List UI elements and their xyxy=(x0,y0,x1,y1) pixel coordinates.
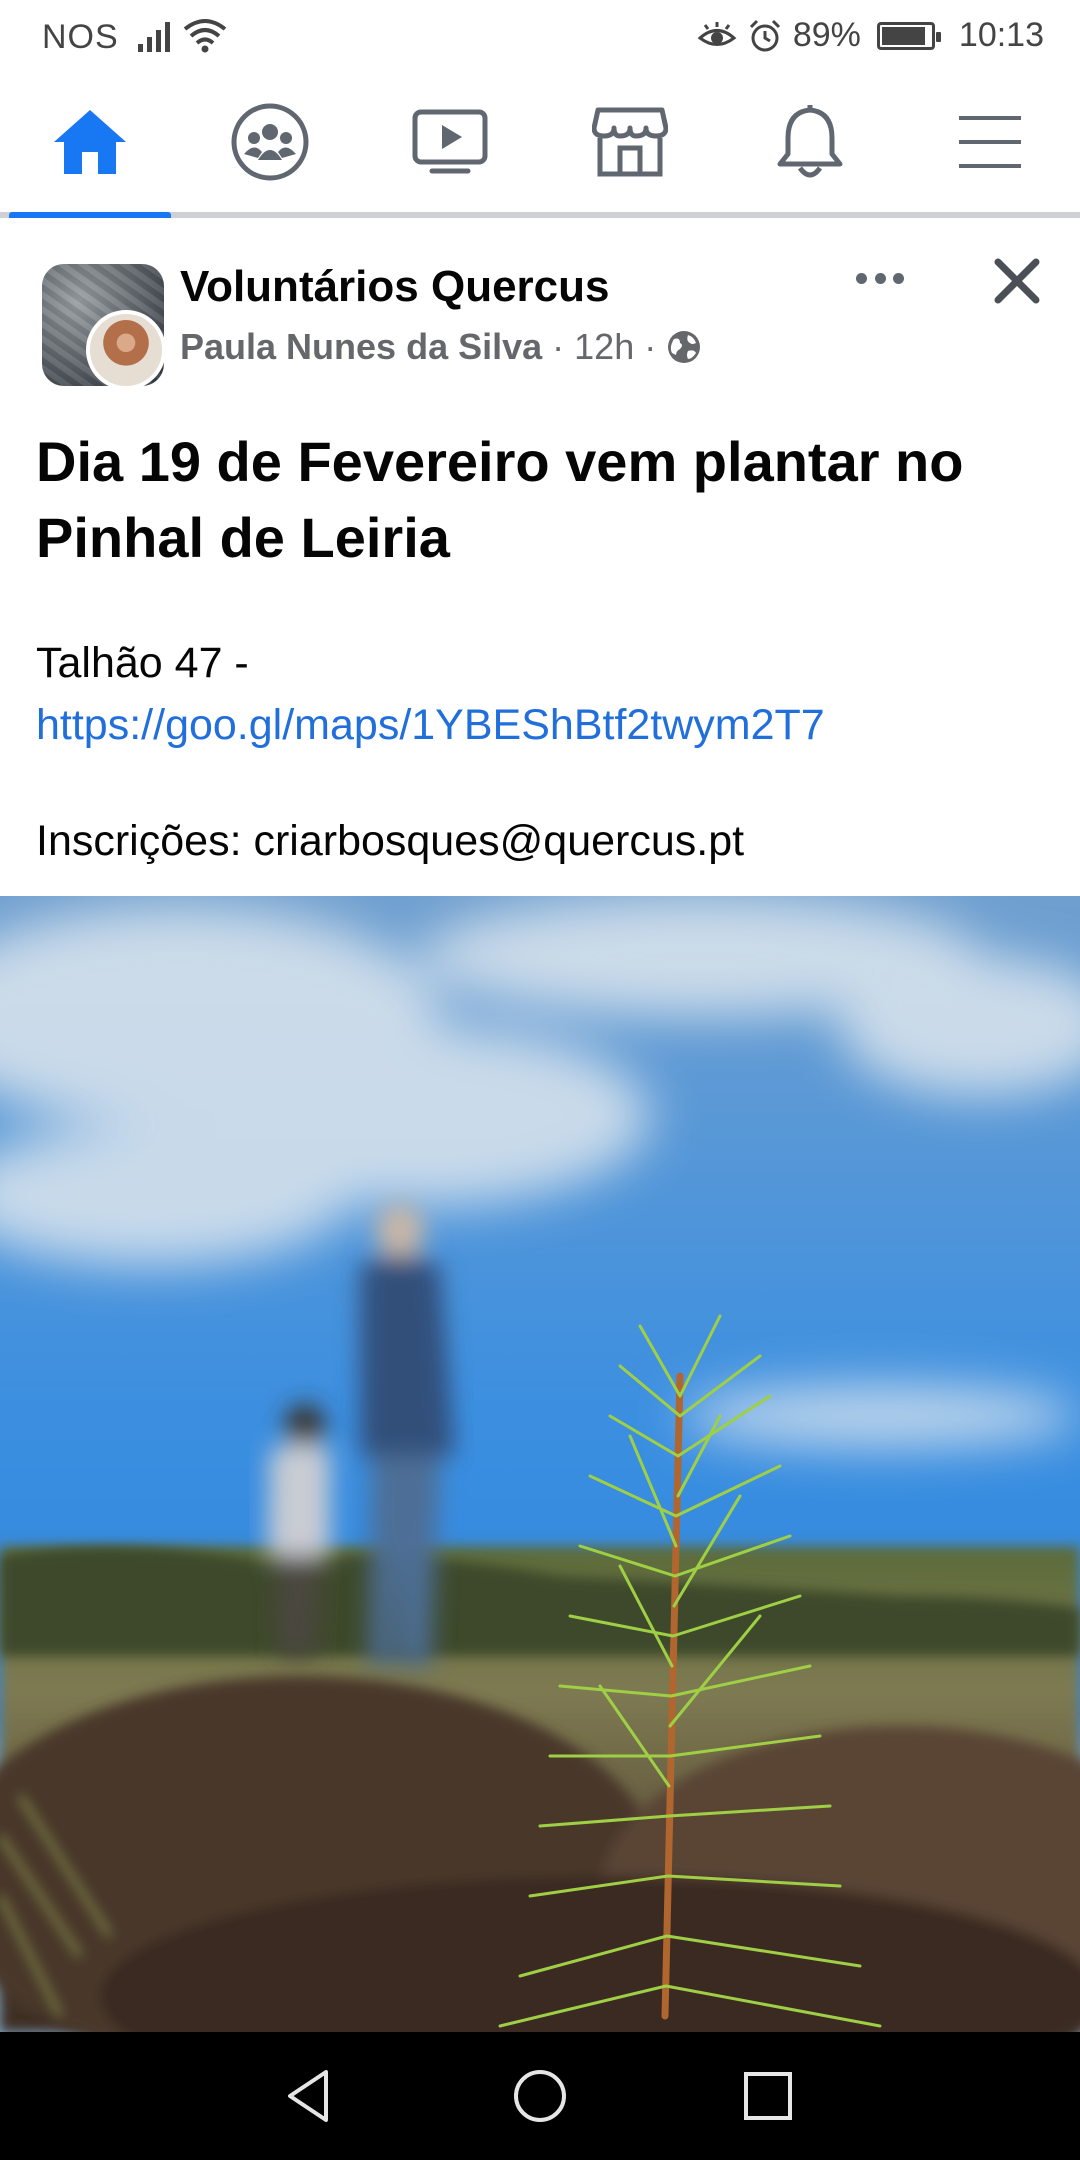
signal-icon xyxy=(138,22,170,52)
meta-separator: · xyxy=(552,326,565,367)
post-meta: Paula Nunes da Silva · 12h · xyxy=(180,326,702,368)
nav-tab-menu[interactable] xyxy=(900,72,1080,212)
marketplace-icon xyxy=(592,107,668,177)
groups-icon xyxy=(231,103,309,181)
post-header: Voluntários Quercus Paula Nunes da Silva… xyxy=(0,224,1080,404)
more-options-button[interactable] xyxy=(850,258,910,298)
maps-link[interactable]: https://goo.gl/maps/1YBEShBtf2twym2T7 xyxy=(36,694,1046,756)
battery-fill xyxy=(881,26,925,45)
close-icon[interactable] xyxy=(990,254,1044,308)
top-nav-bar xyxy=(0,72,1080,218)
wifi-icon xyxy=(183,19,227,53)
home-icon xyxy=(54,110,126,174)
post-title: Dia 19 de Fevereiro vem plantar no Pinha… xyxy=(36,430,964,569)
post-body: Talhão 47 - https://goo.gl/maps/1YBEShBt… xyxy=(36,632,1046,756)
status-bar: NOS 89% 10:13 xyxy=(0,0,1080,72)
nav-tab-home[interactable] xyxy=(0,72,180,218)
clock: 10:13 xyxy=(958,16,1044,54)
alarm-icon xyxy=(749,19,780,51)
post-contact: Inscrições: criarbosques@quercus.pt xyxy=(36,817,745,865)
author-avatar[interactable] xyxy=(86,310,166,390)
system-nav-bar xyxy=(0,2032,1080,2160)
status-right: 89% 10:13 xyxy=(697,16,1044,55)
post-body-prefix: Talhão 47 - xyxy=(36,639,249,687)
circle-home-icon[interactable] xyxy=(508,2064,572,2128)
watch-icon xyxy=(412,109,488,174)
globe-icon xyxy=(668,331,701,363)
nav-tab-notifications[interactable] xyxy=(720,72,900,212)
nav-tab-groups[interactable] xyxy=(180,72,360,212)
back-icon[interactable] xyxy=(278,2064,342,2128)
group-name[interactable]: Voluntários Quercus xyxy=(180,262,610,312)
nav-tab-watch[interactable] xyxy=(360,72,540,212)
eye-comfort-icon xyxy=(697,21,737,46)
meta-separator: · xyxy=(644,326,657,367)
menu-icon xyxy=(959,116,1021,168)
carrier-label: NOS xyxy=(42,18,119,56)
nav-tab-marketplace[interactable] xyxy=(540,72,720,212)
author-name[interactable]: Paula Nunes da Silva xyxy=(180,326,542,368)
recents-icon[interactable] xyxy=(736,2064,800,2128)
battery-icon xyxy=(876,21,941,50)
post-time[interactable]: 12h xyxy=(574,326,634,368)
battery-percent: 89% xyxy=(792,16,861,54)
notifications-icon xyxy=(777,105,843,178)
post-photo-image xyxy=(0,896,1080,2032)
post-photo[interactable] xyxy=(0,896,1080,2032)
active-tab-indicator xyxy=(9,212,171,218)
